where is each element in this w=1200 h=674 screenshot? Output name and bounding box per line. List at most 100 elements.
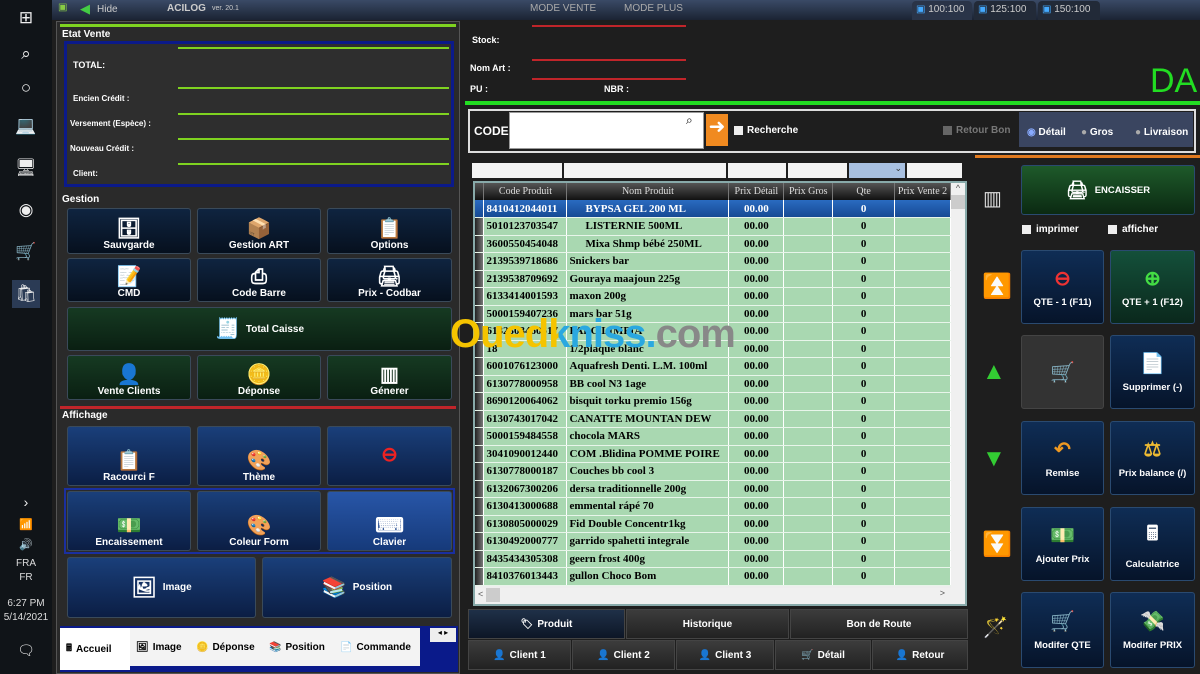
imprimer-checkbox[interactable]: imprimer xyxy=(1022,224,1079,235)
row-header[interactable] xyxy=(475,445,485,463)
zoom-tab-125[interactable]: ▣ 125:100 xyxy=(974,1,1036,20)
first-arrow-icon[interactable]: ⏫ xyxy=(982,272,1012,301)
row-header[interactable] xyxy=(475,497,485,516)
notification-icon[interactable]: 🗨 xyxy=(12,636,40,664)
disabled-cart-button[interactable]: 🛒 xyxy=(1021,335,1104,409)
table-row[interactable]: 6130778000958 BB cool N3 1age 00.00 0 xyxy=(475,375,951,393)
row-header[interactable] xyxy=(475,392,485,411)
image-button[interactable]: 🖼 Image xyxy=(67,557,256,618)
row-header[interactable] xyxy=(475,252,485,271)
encaisser-button[interactable]: 🖨 ENCAISSER xyxy=(1021,165,1195,215)
calculatrice-button[interactable]: 🖩 Calculatrice xyxy=(1110,507,1195,581)
up-arrow-icon[interactable]: ▲ xyxy=(982,358,1006,386)
row-header[interactable] xyxy=(475,550,485,568)
table-row[interactable]: 8410376013443 gullon Choco Bom 00.00 0 xyxy=(475,567,951,586)
scroll-thumb[interactable] xyxy=(951,195,965,209)
last-arrow-icon[interactable]: ⏬ xyxy=(982,530,1012,559)
code-input[interactable] xyxy=(509,112,704,149)
tab-deponse[interactable]: 🪙 Déponse xyxy=(190,628,263,666)
encaissement-button[interactable]: 💵 Encaissement xyxy=(67,491,191,551)
tab-scroll-arrows[interactable]: ◂ ▸ xyxy=(430,628,456,642)
sauvgarde-button[interactable]: 🗄 Sauvgarde xyxy=(67,208,191,254)
table-row[interactable]: 3600550454048 Mixa Shmp bébé 250ML 00.00 0 xyxy=(475,235,951,253)
scroll-thumb[interactable] xyxy=(486,588,501,602)
remise-button[interactable]: ↶ Remise xyxy=(1021,421,1104,495)
keyboard-layout[interactable]: FR xyxy=(0,572,52,583)
generer-button[interactable]: ▥ Génerer xyxy=(327,355,452,400)
chrome-icon[interactable]: ◉ xyxy=(12,196,40,224)
total-caisse-button[interactable]: 🧾 Total Caisse xyxy=(67,307,452,351)
table-row[interactable]: 6130805000029 Fid Double Concentr1kg 00.00… xyxy=(475,515,951,533)
row-header[interactable] xyxy=(475,357,485,376)
code-barre-button[interactable]: ⎙ Code Barre xyxy=(197,258,321,302)
horizontal-scrollbar[interactable]: < > xyxy=(475,588,965,604)
column-header[interactable]: Prix Détail xyxy=(728,183,785,200)
client-2-button[interactable]: 👤 Client 2 xyxy=(572,640,675,670)
row-header[interactable] xyxy=(475,235,485,253)
options-button[interactable]: 📋 Options xyxy=(327,208,452,254)
hide-button[interactable]: Hide xyxy=(97,4,118,15)
zoom-tab-100[interactable]: ▣ 100:100 xyxy=(912,1,972,20)
vente-clients-button[interactable]: 👤 Vente Clients xyxy=(67,355,191,400)
table-row[interactable]: 6001076123000 Aquafresh Denti. L.M. 100ml… xyxy=(475,357,951,376)
tab-produit[interactable]: 🏷 Produit xyxy=(468,609,625,639)
language[interactable]: FRA xyxy=(0,558,52,569)
row-header[interactable] xyxy=(475,567,485,586)
tab-image[interactable]: 🖼 Image xyxy=(130,628,190,666)
zoom-tab-150[interactable]: ▣ 150:100 xyxy=(1038,1,1100,20)
afficher-checkbox[interactable]: afficher xyxy=(1108,224,1158,235)
cortana-icon[interactable]: ○ xyxy=(12,74,40,102)
row-header[interactable] xyxy=(475,217,485,236)
deponse-button[interactable]: 🪙 Déponse xyxy=(197,355,321,400)
row-header[interactable] xyxy=(475,515,485,533)
gestion-art-button[interactable]: 📦 Gestion ART xyxy=(197,208,321,254)
table-row[interactable]: 5000159407236 mars bar 51g 00.00 0 xyxy=(475,305,951,323)
client-1-button[interactable]: 👤 Client 1 xyxy=(468,640,571,670)
mode-vente-button[interactable]: MODE VENTE xyxy=(530,3,596,14)
volume-icon[interactable]: 🔊 xyxy=(12,530,40,558)
mode-plus-button[interactable]: MODE PLUS xyxy=(624,3,683,14)
computer-icon[interactable]: 🖥 xyxy=(12,154,40,182)
tab-accueil[interactable]: 🖩 Accueil xyxy=(60,628,130,670)
table-row[interactable]: 8690120064062 bisquit torku premio 156g 00… xyxy=(475,392,951,411)
search-icon[interactable]: ⌕ xyxy=(686,113,693,128)
radio-livraison[interactable]: ● Livraison xyxy=(1135,127,1188,138)
table-row[interactable]: 6132503460617 PALC LIMPIA 00.00 0 xyxy=(475,322,951,341)
prix-codbar-button[interactable]: 🖨 Prix - Codbar xyxy=(327,258,452,302)
back-button[interactable]: ⊖ xyxy=(327,426,452,486)
modifer-qte-button[interactable]: 🛒 Modifer QTE xyxy=(1021,592,1104,668)
clock-date[interactable]: 5/14/2021 xyxy=(0,612,52,623)
search-icon[interactable]: ⌕ xyxy=(12,40,40,68)
filter-nom[interactable] xyxy=(564,163,726,178)
clock-time[interactable]: 6:27 PM xyxy=(0,598,52,609)
row-header[interactable] xyxy=(475,200,485,218)
magic-wand-icon[interactable]: 🪄 xyxy=(983,615,1008,640)
cmd-button[interactable]: 📝 CMD xyxy=(67,258,191,302)
table-row[interactable]: 8435434305308 geern frost 400g 00.00 0 xyxy=(475,550,951,568)
row-header[interactable] xyxy=(475,340,485,358)
filter-prix-vente[interactable] xyxy=(907,163,962,178)
table-row[interactable]: 3041090012440 COM .Blidina POMME POIRE 00.… xyxy=(475,445,951,463)
active-app-icon[interactable]: 🛍 xyxy=(12,280,40,308)
table-row[interactable]: 6130413000688 emmental rápé 70 00.00 0 xyxy=(475,497,951,516)
column-header[interactable]: Nom Produit xyxy=(566,183,730,200)
filter-code[interactable] xyxy=(472,163,562,178)
down-arrow-icon[interactable]: ▼ xyxy=(982,445,1006,473)
ajouter-prix-button[interactable]: 💵 Ajouter Prix xyxy=(1021,507,1104,581)
table-row[interactable]: 6132067300206 dersa traditionnelle 200g 00… xyxy=(475,480,951,498)
tab-bon-de-route[interactable]: Bon de Route xyxy=(790,609,968,639)
position-button[interactable]: 📚 Position xyxy=(262,557,452,618)
table-row[interactable]: 18 1/2plaque blanc 00.00 0 xyxy=(475,340,951,358)
row-header[interactable] xyxy=(475,532,485,551)
table-row[interactable]: 6133414001593 maxon 200g 00.00 0 xyxy=(475,287,951,306)
table-row[interactable]: 6130778000187 Couches bb cool 3 00.00 0 xyxy=(475,462,951,481)
column-header[interactable]: Prix Gros xyxy=(783,183,834,200)
radio-gros[interactable]: ● Gros xyxy=(1081,127,1113,138)
clavier-button[interactable]: ⌨ Clavier xyxy=(327,491,452,551)
row-header[interactable] xyxy=(475,305,485,323)
client-3-button[interactable]: 👤 Client 3 xyxy=(676,640,774,670)
tab-commande[interactable]: 📄 Commande xyxy=(334,628,420,666)
table-row[interactable]: 6130492000777 garrido spahetti integrale 0… xyxy=(475,532,951,551)
retour-button[interactable]: 👤 Retour xyxy=(872,640,968,670)
tab-position[interactable]: 📚 Position xyxy=(263,628,334,666)
